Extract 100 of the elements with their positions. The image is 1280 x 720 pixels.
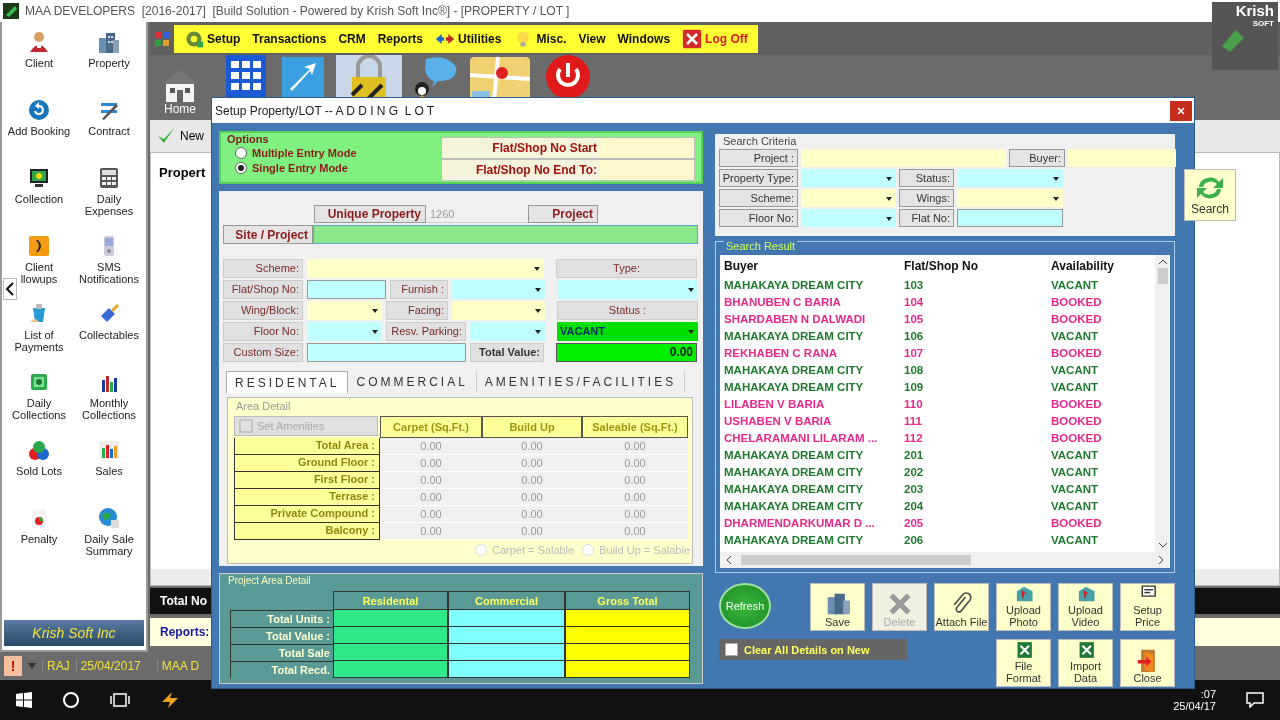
menu-item[interactable]: Misc. <box>507 24 573 53</box>
collapse-button[interactable] <box>3 278 17 300</box>
tab[interactable]: RESIDENTAL <box>226 371 349 393</box>
project-area-legend: Project Area Detail <box>228 575 311 586</box>
table-cell-text: MAHAKAYA DREAM CITY <box>724 278 865 293</box>
sidebar-item[interactable]: Client <box>6 30 72 98</box>
table-cell: 0.00 <box>482 438 582 455</box>
field-label: Furnish : <box>390 280 448 299</box>
close-icon <box>682 28 703 49</box>
search-criteria-legend: Search Criteria <box>723 135 797 147</box>
sidebar-item[interactable]: Daily Sale Summary <box>76 506 142 574</box>
field-label: Scheme: <box>719 189 798 207</box>
sidebar-item[interactable]: Monthly Collections <box>76 370 142 438</box>
input-field[interactable] <box>307 343 466 362</box>
checkbox-option[interactable]: Clear All Details on New <box>719 639 907 660</box>
action-button[interactable]: Upload Video <box>1058 583 1113 631</box>
menu-item[interactable]: Utilities <box>429 24 508 53</box>
vertical-scrollbar[interactable] <box>1155 255 1170 552</box>
field-label: Scheme: <box>223 259 303 278</box>
status-dropdown[interactable]: VACANT <box>557 322 698 341</box>
column-header: Residental <box>333 591 448 610</box>
sidebar-item[interactable]: Client llowups <box>6 234 72 302</box>
radio-option[interactable]: Multiple Entry Mode <box>235 147 357 159</box>
notification-icon[interactable] <box>1246 692 1264 708</box>
search-button[interactable]: Search <box>1184 169 1237 221</box>
table-cell-text: 206 <box>904 533 925 548</box>
close-button[interactable] <box>1170 100 1192 121</box>
search-icon[interactable] <box>62 691 80 709</box>
table-cell-text: BOOKED <box>1051 431 1103 446</box>
dialog-title: Setup Property/LOT -- A D D I N G L O T <box>215 103 435 118</box>
sidebar-item[interactable]: Daily Collections <box>6 370 72 438</box>
new-button[interactable]: New <box>150 125 210 147</box>
table-cell-text: MAHAKAYA DREAM CITY <box>724 363 865 378</box>
action-button[interactable]: Setup Price <box>1120 583 1175 631</box>
field-label: Status : <box>557 301 698 320</box>
table-cell-text: LILABEN V BARIA <box>724 397 826 412</box>
chevron-up-icon[interactable] <box>1158 259 1167 264</box>
action-button[interactable]: File Format <box>996 639 1051 687</box>
sidebar-item[interactable]: Sold Lots <box>6 438 72 506</box>
sidebar-item[interactable]: Penalty <box>6 506 72 574</box>
input-field[interactable] <box>313 225 698 244</box>
row-label: Balcony : <box>234 523 380 540</box>
action-button[interactable]: Upload Photo <box>996 583 1051 631</box>
totals-label: Total No <box>160 594 208 608</box>
input-field[interactable] <box>957 209 1063 227</box>
action-button[interactable]: Save <box>810 583 865 631</box>
table-cell-text: 108 <box>904 363 925 378</box>
table-cell-text: DHARMENDARKUMAR D ... <box>724 516 876 531</box>
status-company: MAA D <box>156 659 200 673</box>
horizontal-scrollbar[interactable] <box>720 552 1170 568</box>
table-cell: 0.00 <box>380 438 482 455</box>
menu-item[interactable]: Setup <box>178 24 247 53</box>
action-button[interactable]: Attach File <box>934 583 989 631</box>
row-label: Private Compound : <box>234 506 380 523</box>
action-button[interactable]: Close <box>1120 639 1175 687</box>
menu-item[interactable]: Transactions <box>246 24 333 53</box>
menu-item[interactable]: Reports <box>371 24 430 53</box>
input-field[interactable] <box>1068 149 1176 167</box>
menu-item[interactable]: Log Off <box>676 24 754 53</box>
table-cell: 0.00 <box>380 472 482 489</box>
table-cell-text: BOOKED <box>1051 295 1103 310</box>
input-field[interactable] <box>307 280 386 299</box>
sidebar-item[interactable]: Collectables <box>76 302 142 370</box>
caret-icon[interactable] <box>28 663 36 669</box>
menu-item[interactable]: View <box>572 24 612 53</box>
chevron-right-icon[interactable] <box>1159 556 1164 564</box>
input-field[interactable] <box>801 149 1006 167</box>
column-header: Gross Total <box>565 591 690 610</box>
logo-name: Krish <box>1235 2 1274 19</box>
chevron-left-icon[interactable] <box>726 556 731 564</box>
sidebar-item[interactable]: Add Booking <box>6 98 72 166</box>
table-cell: 0.00 <box>482 489 582 506</box>
sidebar-item[interactable]: Contract <box>76 98 142 166</box>
status-user: RAJ <box>42 659 70 673</box>
sidebar-item[interactable]: Property <box>76 30 142 98</box>
windows-icon[interactable] <box>16 692 32 708</box>
table-cell-text: MAHAKAYA DREAM CITY <box>724 380 865 395</box>
field-label: Project : <box>719 149 798 167</box>
table-cell-text: MAHAKAYA DREAM CITY <box>724 329 865 344</box>
table-cell: 0.00 <box>582 455 688 472</box>
menu-item[interactable]: CRM <box>332 24 372 53</box>
sidebar-item[interactable]: Sales <box>76 438 142 506</box>
radio-option[interactable]: Single Entry Mode <box>235 162 348 174</box>
total-value-field[interactable]: 0.00 <box>556 343 697 362</box>
sidebar-item[interactable]: Collection <box>6 166 72 234</box>
table-cell: 0.00 <box>582 506 688 523</box>
sidebar-item[interactable]: Daily Expenses <box>76 166 142 234</box>
scroll-thumb[interactable] <box>741 555 971 565</box>
column-header: Availability <box>1051 258 1115 275</box>
sidebar-item[interactable]: List of Payments <box>6 302 72 370</box>
scroll-thumb[interactable] <box>1157 268 1168 284</box>
chevron-down-icon[interactable] <box>1158 543 1167 548</box>
task-view-icon[interactable] <box>110 692 130 708</box>
window-title: MAA DEVELOPERS [2016-2017] [Build Solution - Powered by Krish Soft Inc®] - [PROPERTY / LOT ] <box>25 4 570 18</box>
menu-item[interactable]: Windows <box>611 24 677 53</box>
action-button[interactable]: Import Data <box>1058 639 1113 687</box>
grid-icon[interactable] <box>154 30 170 47</box>
sidebar-item[interactable]: SMS Notifications <box>76 234 142 302</box>
table-cell-text: 109 <box>904 380 925 395</box>
person-icon <box>27 30 51 54</box>
